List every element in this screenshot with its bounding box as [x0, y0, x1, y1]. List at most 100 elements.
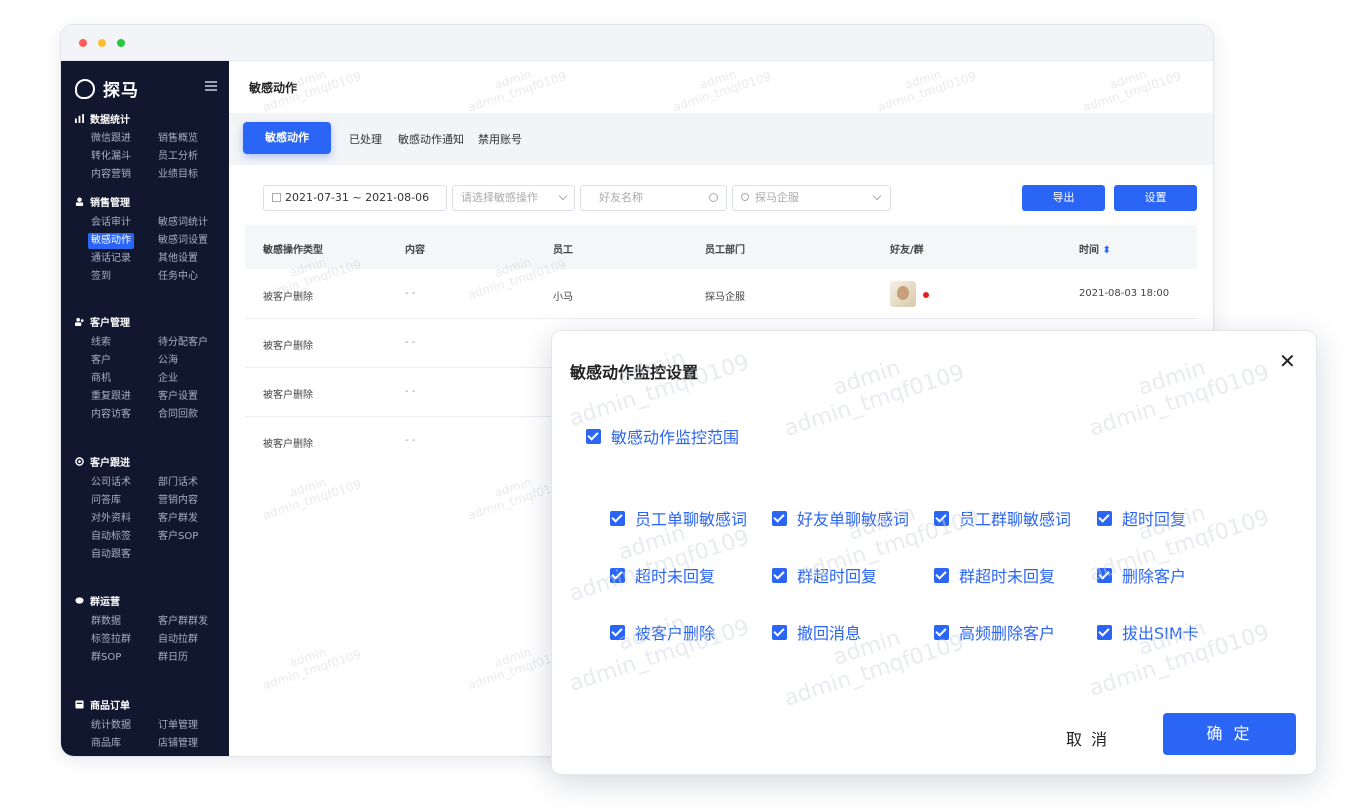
sidebar-item-content-marketing[interactable]: 内容营销 — [91, 167, 131, 183]
checkbox-checked-icon — [610, 510, 625, 526]
sort-icon[interactable]: ⬍ — [1102, 245, 1110, 256]
tab-sensitive-actions[interactable]: 敏感动作 — [243, 122, 331, 154]
sidebar-item-group-calendar[interactable]: 群日历 — [158, 650, 188, 666]
sidebar-item-company-scripts[interactable]: 公司话术 — [91, 475, 131, 491]
sidebar-item-duplicate-followup[interactable]: 重复跟进 — [91, 389, 131, 405]
option-checkbox[interactable]: 撤回消息 — [772, 620, 861, 644]
minimize-window-button[interactable] — [98, 39, 106, 47]
close-icon[interactable]: ✕ — [1279, 351, 1296, 371]
brand[interactable]: 探马 — [75, 76, 139, 101]
sidebar-item-enterprises[interactable]: 企业 — [158, 371, 178, 387]
page-title: 敏感动作 — [249, 81, 298, 95]
option-checkbox[interactable]: 被客户删除 — [610, 620, 715, 644]
close-window-button[interactable] — [79, 39, 87, 47]
option-checkbox[interactable]: 群超时回复 — [772, 563, 877, 587]
option-checkbox[interactable]: 高频删除客户 — [934, 620, 1055, 644]
sidebar-item-contract-payments[interactable]: 合同回款 — [158, 407, 198, 423]
sidebar-item-content-visitors[interactable]: 内容访客 — [91, 407, 131, 423]
watermark-line: admin — [697, 66, 739, 92]
tab-bar: 敏感动作 已处理 敏感动作通知 禁用账号 — [229, 113, 1213, 165]
sidebar-item-auto-tags[interactable]: 自动标签 — [91, 529, 131, 545]
sidebar-item-unassigned-customers[interactable]: 待分配客户 — [158, 335, 208, 351]
section-sales-management[interactable]: 销售管理 — [75, 194, 130, 209]
column-header-time[interactable]: 时间 ⬍ — [1079, 241, 1111, 256]
option-checkbox[interactable]: 员工群聊敏感词 — [934, 506, 1071, 530]
sidebar-item-statistics[interactable]: 统计数据 — [91, 718, 131, 734]
checkbox-checked-icon — [934, 510, 949, 526]
sidebar-item-external-materials[interactable]: 对外资料 — [91, 511, 131, 527]
box-icon — [75, 700, 84, 709]
option-checkbox[interactable]: 拔出SIM卡 — [1097, 620, 1199, 644]
sidebar-item-auto-follow[interactable]: 自动跟客 — [91, 547, 131, 563]
sidebar-item-staff-analysis[interactable]: 员工分析 — [158, 149, 198, 165]
friend-avatar[interactable] — [890, 281, 916, 307]
menu-collapse-icon[interactable] — [205, 81, 217, 91]
watermark-line: admin — [902, 66, 944, 92]
section-data-stats[interactable]: 数据统计 — [75, 111, 130, 126]
sidebar-item-customer-broadcast[interactable]: 客户群发 — [158, 511, 198, 527]
watermark-line: admin_tmqf0109 — [261, 477, 363, 523]
confirm-button[interactable]: 确 定 — [1163, 713, 1296, 755]
monitor-scope-checkbox[interactable]: 敏感动作监控范围 — [586, 424, 739, 448]
sidebar-item-qa-library[interactable]: 问答库 — [91, 493, 121, 509]
sidebar-item-task-center[interactable]: 任务中心 — [158, 269, 198, 285]
export-button[interactable]: 导出 — [1022, 185, 1105, 211]
sidebar-item-store-management[interactable]: 店铺管理 — [158, 736, 198, 752]
date-range-picker[interactable]: 2021-07-31 ~ 2021-08-06 — [263, 185, 447, 211]
option-checkbox[interactable]: 删除客户 — [1097, 563, 1186, 587]
sidebar-item-sensitive-actions[interactable]: 敏感动作 — [88, 233, 134, 249]
sidebar-item-public-pool[interactable]: 公海 — [158, 353, 178, 369]
option-checkbox[interactable]: 员工单聊敏感词 — [610, 506, 747, 530]
sidebar-item-department-scripts[interactable]: 部门话术 — [158, 475, 198, 491]
sidebar-item-product-library[interactable]: 商品库 — [91, 736, 121, 752]
sidebar-item-other-settings[interactable]: 其他设置 — [158, 251, 198, 267]
option-checkbox[interactable]: 超时回复 — [1097, 506, 1186, 530]
tab-sensitive-action-notify[interactable]: 敏感动作通知 — [398, 131, 464, 147]
sidebar-item-check-in[interactable]: 签到 — [91, 269, 111, 285]
cell-content: - - — [405, 435, 416, 446]
settings-button[interactable]: 设置 — [1114, 185, 1197, 211]
action-type-select[interactable]: 请选择敏感操作 — [452, 185, 575, 211]
tab-processed[interactable]: 已处理 — [349, 131, 382, 147]
window-titlebar — [61, 25, 1213, 61]
employee-select[interactable]: 探马企服 — [732, 185, 891, 211]
sidebar-item-group-broadcast[interactable]: 客户群群发 — [158, 614, 208, 630]
sidebar-item-auto-pull-group[interactable]: 自动拉群 — [158, 632, 198, 648]
sidebar-item-marketing-content[interactable]: 营销内容 — [158, 493, 198, 509]
sidebar-item-leads[interactable]: 线索 — [91, 335, 111, 351]
sidebar-item-call-records[interactable]: 通话记录 — [91, 251, 131, 267]
section-group-operations[interactable]: 群运营 — [75, 593, 120, 608]
sidebar-item-customers[interactable]: 客户 — [91, 353, 111, 369]
table-row[interactable]: 被客户删除 - - 小马 探马企服 2021-08-03 18:00 — [245, 270, 1197, 319]
sidebar-item-sensitive-word-settings[interactable]: 敏感词设置 — [158, 233, 208, 249]
sidebar-item-sensitive-word-stats[interactable]: 敏感词统计 — [158, 215, 208, 231]
sidebar-item-customer-settings[interactable]: 客户设置 — [158, 389, 198, 405]
sidebar-item-group-data[interactable]: 群数据 — [91, 614, 121, 630]
checkbox-label: 好友单聊敏感词 — [797, 510, 910, 529]
sidebar-item-sales-overview[interactable]: 销售概览 — [158, 131, 198, 147]
sidebar-item-order-management[interactable]: 订单管理 — [158, 718, 198, 734]
sidebar-item-tag-pull-group[interactable]: 标签拉群 — [91, 632, 131, 648]
section-customer-followup[interactable]: 客户跟进 — [75, 454, 130, 469]
watermark-line: admin_tmqf0109 — [466, 69, 568, 115]
sidebar-item-wechat-followup[interactable]: 微信跟进 — [91, 131, 131, 147]
tab-disabled-accounts[interactable]: 禁用账号 — [478, 131, 522, 147]
option-checkbox[interactable]: 好友单聊敏感词 — [772, 506, 909, 530]
watermark-line: admin — [287, 644, 329, 670]
sidebar-item-customer-sop[interactable]: 客户SOP — [158, 529, 198, 545]
sidebar-item-session-audit[interactable]: 会话审计 — [91, 215, 131, 231]
sidebar-item-group-sop[interactable]: 群SOP — [91, 650, 121, 666]
friend-name-search[interactable]: 好友名称 — [580, 185, 727, 211]
option-checkbox[interactable]: 群超时未回复 — [934, 563, 1055, 587]
cancel-button[interactable]: 取 消 — [1066, 726, 1109, 750]
section-title-label: 客户跟进 — [90, 458, 130, 469]
date-range-value: 2021-07-31 ~ 2021-08-06 — [285, 191, 430, 204]
option-checkbox[interactable]: 超时未回复 — [610, 563, 715, 587]
section-product-orders[interactable]: 商品订单 — [75, 697, 130, 712]
sidebar-item-performance-goal[interactable]: 业绩目标 — [158, 167, 198, 183]
sidebar-item-funnel[interactable]: 转化漏斗 — [91, 149, 131, 165]
watermark-line: admin_tmqf0109 — [1086, 360, 1273, 443]
section-customer-management[interactable]: 客户管理 — [75, 314, 130, 329]
sidebar-item-opportunities[interactable]: 商机 — [91, 371, 111, 387]
maximize-window-button[interactable] — [117, 39, 125, 47]
